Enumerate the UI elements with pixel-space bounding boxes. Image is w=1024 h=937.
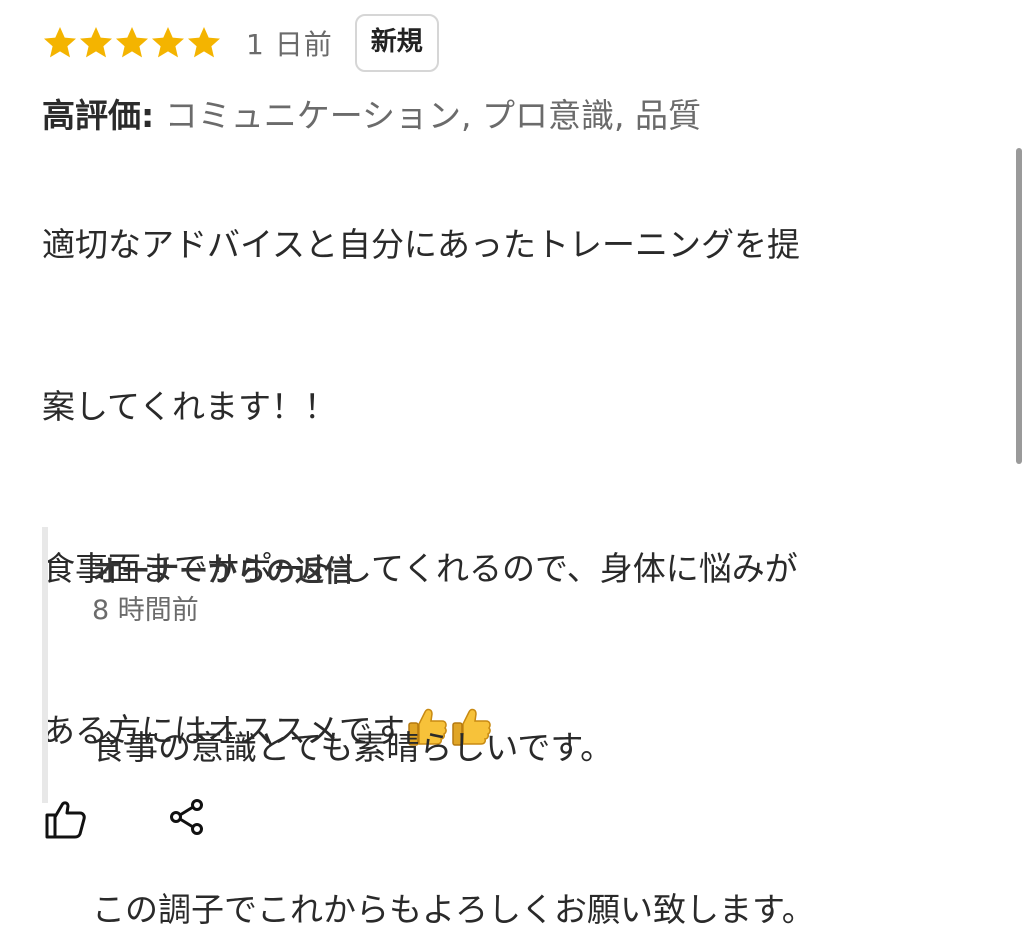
review-highlights: 高評価: コミュニケーション, プロ意識, 品質 (42, 94, 972, 138)
owner-reply-text: 食事の意識とても素晴らしいです。 この調子でこれからもよろしくお願い致します。 (92, 667, 972, 937)
review-text-line: 適切なアドバイスと自分にあったトレーニングを提 (42, 225, 801, 264)
scrollbar-thumb[interactable] (1016, 148, 1022, 464)
star-rating (42, 25, 222, 61)
star-icon (78, 25, 114, 61)
review-text-line: 案してくれます！！ (42, 387, 338, 426)
star-icon (150, 25, 186, 61)
highlights-value: コミュニケーション, プロ意識, 品質 (154, 96, 701, 135)
new-badge: 新規 (354, 14, 439, 72)
review-time: 1 日前 (246, 28, 333, 61)
owner-reply-line: 食事の意識とても素晴らしいです。 (92, 728, 614, 767)
owner-reply-line: この調子でこれからもよろしくお願い致します。 (92, 890, 815, 929)
owner-reply-time: 8 時間前 (92, 595, 199, 626)
star-icon (186, 25, 222, 61)
star-icon (114, 25, 150, 61)
review-meta: 1 日前 新規 (42, 14, 972, 72)
scrollbar[interactable] (1014, 0, 1024, 835)
owner-reply-title: オーナーからの返信 (92, 554, 354, 588)
highlights-label: 高評価: (42, 96, 155, 135)
owner-reply: オーナーからの返信 8 時間前 食事の意識とても素晴らしいです。 この調子でこれ… (42, 527, 972, 929)
star-icon (42, 25, 78, 61)
